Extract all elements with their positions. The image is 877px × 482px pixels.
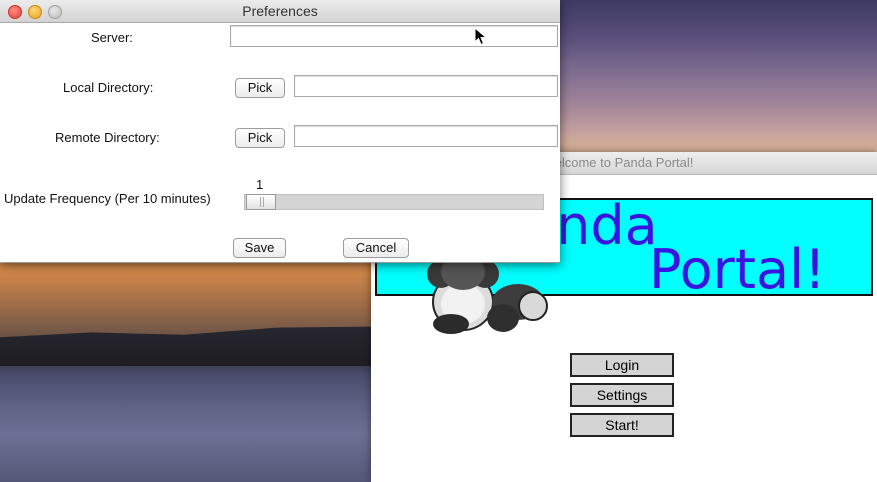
remote-directory-input[interactable] [294, 125, 558, 147]
grip-icon [260, 197, 264, 207]
login-button[interactable]: Login [570, 353, 674, 377]
settings-button[interactable]: Settings [570, 383, 674, 407]
local-directory-input[interactable] [294, 75, 558, 97]
preferences-title-bar[interactable]: Preferences [0, 0, 560, 23]
server-input[interactable] [230, 25, 558, 47]
panda-mascot-image [427, 254, 548, 334]
start-button[interactable]: Start! [570, 413, 674, 437]
pick-remote-directory-button[interactable]: Pick [235, 128, 285, 148]
save-button[interactable]: Save [233, 238, 286, 258]
local-directory-label: Local Directory: [63, 80, 154, 95]
update-frequency-slider[interactable] [244, 194, 544, 210]
server-label: Server: [91, 30, 133, 45]
banner-line-2: Portal! [649, 238, 826, 296]
update-frequency-value: 1 [256, 177, 264, 192]
update-frequency-label: Update Frequency (Per 10 minutes) [4, 191, 211, 206]
preferences-title: Preferences [242, 3, 318, 19]
pick-local-directory-button[interactable]: Pick [235, 78, 285, 98]
mouse-pointer-icon [474, 27, 488, 46]
panda-portal-title: elcome to Panda Portal! [554, 155, 694, 170]
remote-directory-label: Remote Directory: [55, 130, 160, 145]
slider-thumb-handle[interactable] [246, 194, 276, 210]
cancel-button[interactable]: Cancel [343, 238, 409, 258]
